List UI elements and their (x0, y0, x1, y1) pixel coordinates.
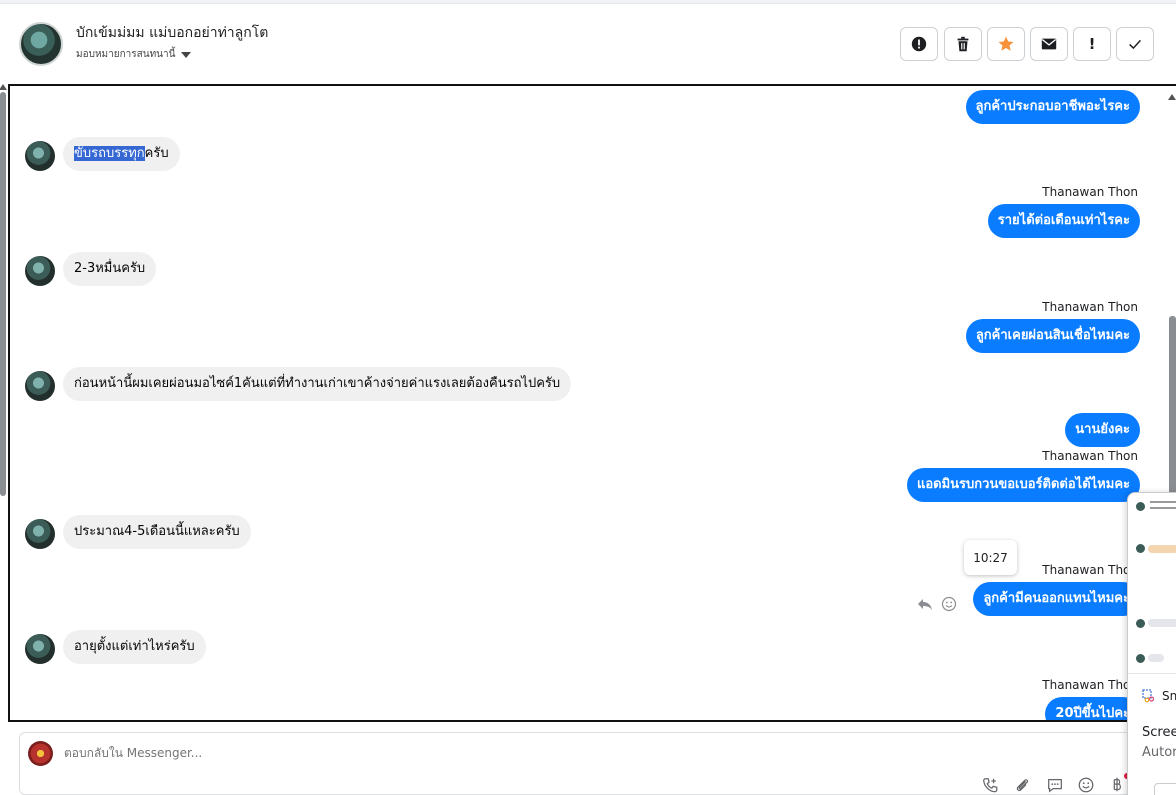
contact-avatar-small[interactable] (25, 256, 55, 286)
chat-bubble-icon (1048, 778, 1062, 793)
mini-header-line (1150, 507, 1176, 509)
check-icon (1129, 39, 1141, 50)
snipping-tool-icon (1142, 689, 1155, 703)
mini-avatar (1136, 619, 1145, 628)
mini-header-line (1150, 501, 1176, 503)
sender-name: Thanawan Thon (1042, 185, 1138, 199)
outgoing-message[interactable]: แอดมินรบกวนขอเบอร์ติดต่อได้ไหมคะ (906, 468, 1140, 502)
snipping-tool-item[interactable]: Sn (1142, 689, 1176, 703)
incoming-message[interactable]: 2-3หมื่นครับ (63, 252, 157, 286)
top-border (0, 0, 1176, 4)
left-scrollbar[interactable] (0, 92, 6, 496)
outgoing-message[interactable]: ลูกค้าประกอบอาชีพอะไรคะ (965, 90, 1140, 124)
notification-action[interactable] (1154, 783, 1176, 795)
contact-avatar-small[interactable] (25, 634, 55, 664)
notification-subtitle: Autor (1142, 745, 1176, 760)
incoming-message[interactable]: ก่อนหน้านี้ผมเคยผ่อนมอไซค์1คันแต่ที่ทำงา… (63, 367, 572, 401)
done-button[interactable] (1116, 27, 1154, 61)
mini-avatar (1136, 654, 1145, 663)
star-button[interactable] (987, 27, 1025, 61)
side-preview-panel[interactable]: Sn Scree Autor (1127, 492, 1176, 795)
sender-name: Thanawan Thon (1042, 678, 1138, 692)
outgoing-message[interactable]: รายได้ต่อเดือนเท่าไรคะ (987, 204, 1140, 238)
exclamation-icon: ! (1088, 35, 1096, 53)
selected-text: ขับรถบรรทุก (74, 146, 145, 161)
exclamation-circle-icon (911, 36, 927, 52)
scroll-up-arrow-icon[interactable] (0, 84, 7, 90)
message-text: ครับ (144, 146, 169, 161)
timestamp-tooltip: 10:27 (964, 540, 1017, 575)
incoming-message[interactable]: ขับรถบรรทุกครับ (63, 137, 180, 171)
assign-label: มอบหมายการสนทนานี้ (76, 49, 176, 60)
emoji-button[interactable] (1076, 775, 1096, 795)
reply-composer (19, 732, 1176, 795)
sender-name: Thanawan Thon (1042, 449, 1138, 463)
contact-avatar-small[interactable] (25, 371, 55, 401)
paperclip-icon (1016, 779, 1029, 792)
phone-plus-icon (983, 778, 998, 793)
outgoing-message[interactable]: ลูกค้าเคยผ่อนสินเชื่อไหมคะ (965, 319, 1140, 353)
incoming-message[interactable]: อายุตั้งแต่เท่าไหร่ครับ (63, 630, 206, 664)
outgoing-message[interactable]: ลูกค้ามีคนออกแทนไหมคะ (973, 582, 1140, 616)
saved-replies-button[interactable] (1045, 775, 1065, 795)
baht-icon (1113, 777, 1121, 792)
delete-button[interactable] (944, 27, 982, 61)
reply-icon[interactable] (917, 596, 933, 612)
contact-avatar[interactable] (19, 22, 63, 66)
incoming-message[interactable]: ประมาณ4-5เดือนนี้แหละครับ (63, 515, 251, 549)
conversation-header: บักเข้มม่มม แม่บอกอย่าท่าลูกโต มอบหมายกา… (0, 5, 1176, 81)
call-button[interactable] (980, 775, 1000, 795)
page-avatar (28, 741, 53, 766)
trash-icon (957, 36, 969, 52)
mark-unread-button[interactable] (1030, 27, 1068, 61)
message-actions (917, 596, 957, 612)
message-thread[interactable]: ลูกค้าประกอบอาชีพอะไรคะ ขับรถบรรทุกครับ … (8, 84, 1176, 722)
caret-down-icon (181, 52, 192, 58)
scroll-up-arrow-icon[interactable] (1168, 94, 1176, 100)
divider (1128, 673, 1176, 674)
react-emoji-icon[interactable] (941, 596, 957, 612)
tool-label: Sn (1162, 689, 1176, 703)
mini-avatar (1136, 502, 1145, 511)
outgoing-message[interactable]: นานยังคะ (1065, 413, 1140, 447)
attach-button[interactable] (1012, 775, 1032, 795)
mini-bubble (1148, 654, 1164, 662)
outgoing-message[interactable]: 20ปีขึ้นไปคะ (1045, 697, 1140, 720)
assign-conversation-dropdown[interactable]: มอบหมายการสนทนานี้ (76, 47, 192, 62)
envelope-icon (1041, 38, 1057, 50)
contact-avatar-small[interactable] (25, 141, 55, 171)
star-icon (998, 36, 1014, 51)
mini-avatar (1136, 544, 1145, 553)
sender-name: Thanawan Thon (1042, 300, 1138, 314)
notification-title: Scree (1142, 725, 1176, 740)
contact-avatar-small[interactable] (25, 519, 55, 549)
contact-name[interactable]: บักเข้มม่มม แม่บอกอย่าท่าลูกโต (76, 22, 268, 44)
report-button[interactable] (900, 27, 938, 61)
mini-bubble (1148, 619, 1176, 627)
important-button[interactable]: ! (1073, 27, 1111, 61)
reply-input[interactable] (64, 746, 664, 760)
right-scrollbar[interactable] (1169, 316, 1176, 496)
sender-name: Thanawan Thon (1042, 563, 1138, 577)
mini-bubble (1148, 545, 1176, 553)
emoji-icon (1078, 777, 1094, 793)
